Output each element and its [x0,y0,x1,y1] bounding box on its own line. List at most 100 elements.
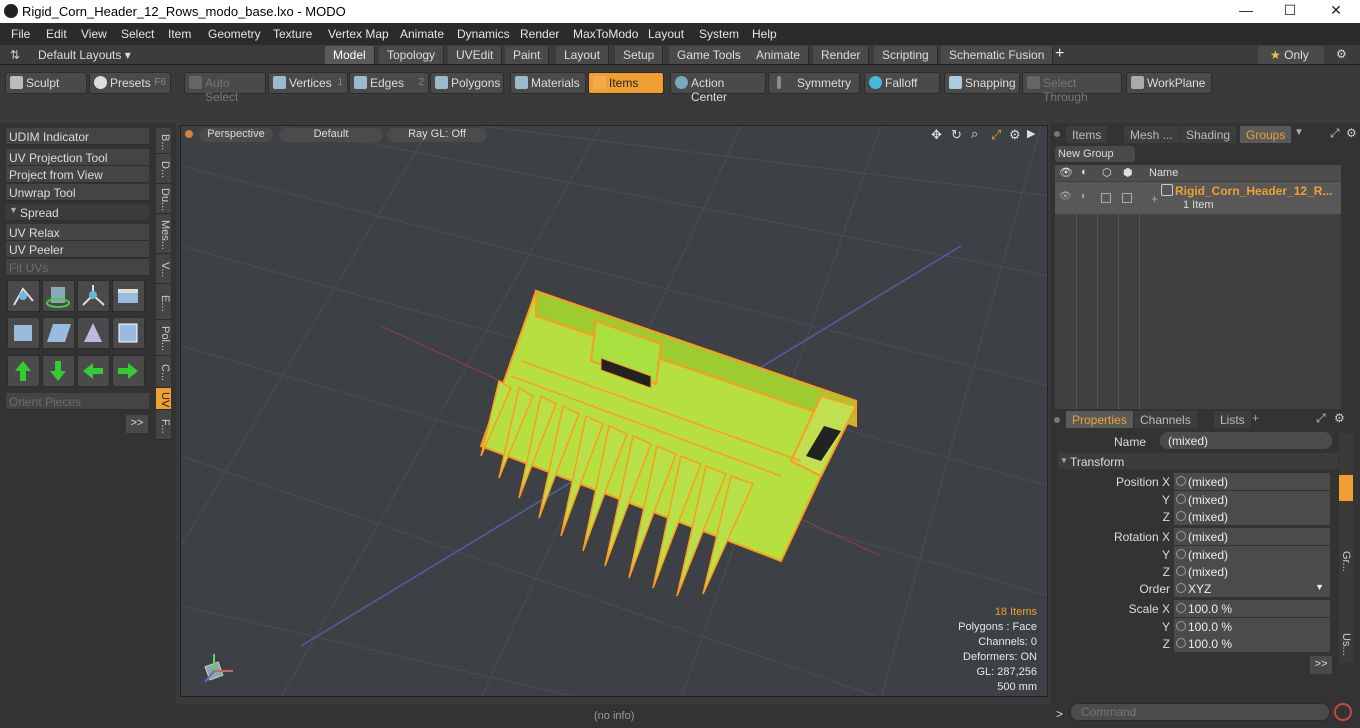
close-button[interactable]: ✕ [1316,2,1356,19]
scale-x-field[interactable]: 100.0 % [1174,600,1330,617]
vtab-du[interactable]: Du... [156,184,171,214]
default-layouts-dropdown[interactable]: Default Layouts ▾ [38,48,131,62]
auto-select-button[interactable]: Auto Select [184,72,266,104]
scale-z-field[interactable]: 100.0 % [1174,635,1330,652]
shading-dropdown[interactable]: Default [279,128,383,142]
orient-pieces-button[interactable]: Orient Pieces [6,393,149,410]
panel-settings-icon[interactable]: ⚙ [1346,126,1357,140]
tab-setup[interactable]: Setup [615,46,664,64]
name-column-header[interactable]: Name [1149,167,1178,179]
tab-animate[interactable]: Animate [748,46,810,64]
viewport-settings-icon[interactable]: ⚙ [1009,127,1021,143]
menu-help[interactable]: Help [752,27,777,41]
uv-rotate-icon[interactable] [42,280,75,312]
workplane-button[interactable]: WorkPlane [1126,72,1212,94]
vtab-e[interactable]: E... [156,284,171,320]
raygl-toggle[interactable]: Ray GL: Off [387,128,487,142]
gear-icon[interactable]: ⚙ [1336,47,1347,61]
menu-render[interactable]: Render [520,27,559,41]
menu-geometry[interactable]: Geometry [208,27,261,41]
vtab-uv[interactable]: UV [156,388,171,410]
rotation-z-field[interactable]: (mixed) [1174,563,1330,580]
sculpt-button[interactable]: Sculpt [5,72,87,94]
move-up-icon[interactable] [7,355,40,387]
uv-relax-button[interactable]: UV Relax [6,224,149,241]
side-tab-us[interactable]: Us... [1340,633,1352,656]
vtab-f[interactable]: F... [156,410,171,440]
edges-button[interactable]: Edges 2 [349,72,429,94]
tab-groups[interactable]: Groups [1240,126,1292,143]
tab-layout[interactable]: Layout [556,46,610,64]
scale-y-field[interactable]: 100.0 % [1174,618,1330,635]
menu-select[interactable]: Select [121,27,154,41]
move-view-icon[interactable]: ✥ [931,127,942,143]
only-toggle[interactable]: ★ Only [1258,46,1324,64]
order-dropdown[interactable]: XYZ ▼ [1174,580,1330,597]
uv-projection-tool-button[interactable]: UV Projection Tool [6,149,149,166]
expand-panel-icon[interactable]: ⤢ [1330,126,1340,141]
properties-expand-icon[interactable]: ⤢ [1316,411,1326,426]
transform-section[interactable]: ▼ Transform [1058,453,1338,469]
menu-texture[interactable]: Texture [273,27,312,41]
unwrap-tool-button[interactable]: Unwrap Tool [6,184,149,201]
tab-properties[interactable]: Properties [1066,411,1133,428]
more-tools-button[interactable]: >> [126,415,148,433]
select-through-button[interactable]: Select Through [1022,72,1122,104]
uv-checker-icon[interactable] [112,317,145,349]
menu-edit[interactable]: Edit [46,27,67,41]
menu-vertex-map[interactable]: Vertex Map [328,27,389,41]
tab-lists[interactable]: Lists [1214,411,1251,428]
vertices-button[interactable]: Vertices 1 [268,72,348,94]
uv-pyramid-icon[interactable] [77,317,110,349]
maximize-button[interactable]: ☐ [1270,2,1310,19]
tab-paint[interactable]: Paint [505,46,550,64]
properties-more-button[interactable]: >> [1310,656,1332,674]
move-left-icon[interactable] [77,355,110,387]
vtab-mes[interactable]: Mes... [156,214,171,254]
move-right-icon[interactable] [112,355,145,387]
menu-item[interactable]: Item [168,27,191,41]
move-down-icon[interactable] [42,355,75,387]
viewport-menu-icon[interactable] [185,130,193,138]
items-button[interactable]: Items [588,72,664,94]
action-center-button[interactable]: Action Center [670,72,766,104]
expand-plus-icon[interactable]: + [1151,192,1158,206]
render-toggle-icon[interactable]: ◐ [1081,191,1087,202]
select-toggle-icon[interactable] [1122,193,1132,203]
record-icon[interactable] [1334,703,1352,721]
fit-uvs-button[interactable]: Fit UVs [6,259,149,276]
add-properties-tab-button[interactable]: + [1252,411,1259,425]
tab-shading[interactable]: Shading [1180,126,1237,143]
visibility-col-icon[interactable]: 👁 [1059,166,1073,179]
zoom-view-icon[interactable]: ⌕ [971,126,978,142]
project-from-view-button[interactable]: Project from View [6,166,149,183]
presets-button[interactable]: Presets F6 [89,72,171,94]
lock-toggle-icon[interactable] [1101,193,1111,203]
add-tab-button[interactable]: + [1055,45,1064,63]
menu-file[interactable]: File [11,27,30,41]
uv-transform-icon[interactable] [7,280,40,312]
menu-view[interactable]: View [81,27,107,41]
tab-uvedit[interactable]: UVEdit [448,46,503,64]
vtab-v[interactable]: V... [156,254,171,284]
fit-view-icon[interactable]: ⤢ [991,127,1001,143]
tab-render[interactable]: Render [813,46,870,64]
menu-animate[interactable]: Animate [400,27,444,41]
visibility-eye-icon[interactable]: 👁 [1059,191,1072,202]
symmetry-button[interactable]: Symmetry [768,72,860,94]
rotation-x-field[interactable]: (mixed) [1174,528,1330,545]
menu-system[interactable]: System [699,27,739,41]
properties-side-tab-active[interactable] [1339,475,1353,501]
falloff-button[interactable]: Falloff [864,72,940,94]
uv-box-icon[interactable] [112,280,145,312]
3d-viewport[interactable]: Perspective Default Ray GL: Off ✥ ↻ ⌕ ⤢ … [180,125,1048,697]
tab-topology[interactable]: Topology [379,46,445,64]
properties-settings-icon[interactable]: ⚙ [1334,411,1345,425]
tab-mesh[interactable]: Mesh ... [1124,126,1179,143]
menu-layout[interactable]: Layout [648,27,684,41]
tab-game-tools[interactable]: Game Tools [669,46,750,64]
tab-items[interactable]: Items [1066,126,1108,143]
udim-indicator-button[interactable]: UDIM Indicator [6,128,149,145]
tab-channels[interactable]: Channels [1134,411,1197,428]
new-group-button[interactable]: New Group [1055,146,1135,162]
